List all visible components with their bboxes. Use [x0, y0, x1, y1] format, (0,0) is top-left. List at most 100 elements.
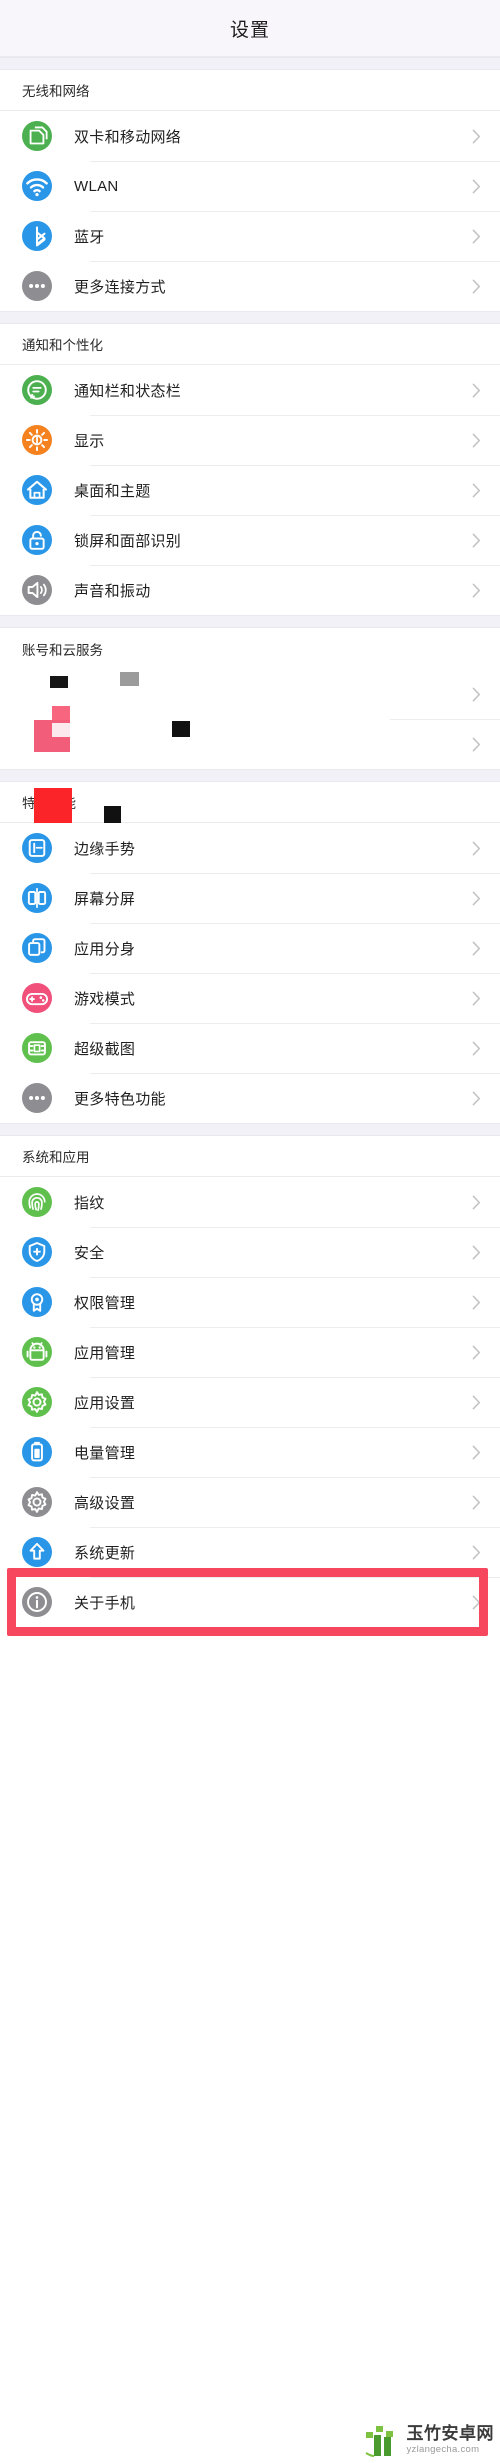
settings-row-应用管理[interactable]: 应用管理: [0, 1327, 500, 1377]
page-title: 设置: [229, 19, 270, 41]
gamepad-icon: [22, 983, 52, 1013]
section-header-2: 特色功能: [0, 782, 500, 823]
censor-block-0: [50, 676, 68, 688]
settings-row-显示[interactable]: 显示: [0, 415, 500, 465]
section-title: 通知和个性化: [22, 338, 103, 353]
settings-row-label: 屏幕分屏: [74, 890, 136, 908]
gear-icon: [22, 1487, 52, 1517]
censor-block-1: [120, 672, 139, 686]
settings-row-应用分身[interactable]: 应用分身: [0, 923, 500, 973]
chevron-right-icon: [472, 483, 482, 498]
settings-row-关于手机[interactable]: 关于手机: [0, 1577, 500, 1627]
chevron-right-icon: [472, 1495, 482, 1510]
section-divider: [0, 769, 500, 782]
settings-row-label: 应用设置: [74, 1394, 136, 1412]
settings-row-WLAN[interactable]: WLAN: [0, 161, 500, 211]
settings-row-指纹[interactable]: 指纹: [0, 1177, 500, 1227]
chevron-right-icon: [472, 1595, 482, 1610]
lock-icon: [22, 525, 52, 555]
watermark-url: yzlangecha.com: [406, 2444, 480, 2456]
settings-row-label: 高级设置: [74, 1494, 136, 1512]
settings-row-更多连接方式[interactable]: 更多连接方式: [0, 261, 500, 311]
settings-row-label: 显示: [74, 432, 105, 450]
section-title: 系统和应用: [22, 1150, 90, 1165]
sim-card-icon: [22, 121, 52, 151]
settings-row-label: 超级截图: [74, 1040, 136, 1058]
settings-row-声音和振动[interactable]: 声音和振动: [0, 565, 500, 615]
settings-row-应用设置[interactable]: 应用设置: [0, 1377, 500, 1427]
chevron-right-icon: [472, 1041, 482, 1056]
settings-row-游戏模式[interactable]: 游戏模式: [0, 973, 500, 1023]
speaker-icon: [22, 575, 52, 605]
chevron-right-icon: [472, 941, 482, 956]
chevron-right-icon: [472, 179, 482, 194]
settings-row-边缘手势[interactable]: 边缘手势: [0, 823, 500, 873]
settings-row-label: 系统更新: [74, 1544, 136, 1562]
settings-row-屏幕分屏[interactable]: 屏幕分屏: [0, 873, 500, 923]
chevron-right-icon: [472, 229, 482, 244]
section-divider: [0, 615, 500, 628]
settings-row-高级设置[interactable]: 高级设置: [0, 1477, 500, 1527]
settings-row-更多特色功能[interactable]: 更多特色功能: [0, 1073, 500, 1123]
settings-row-通知栏和状态栏[interactable]: 通知栏和状态栏: [0, 365, 500, 415]
section-title: 账号和云服务: [22, 642, 103, 658]
chevron-right-icon: [472, 1445, 482, 1460]
section-header-0: 无线和网络: [0, 70, 500, 111]
settings-row-蓝牙[interactable]: 蓝牙: [0, 211, 500, 261]
censor-block-4: [52, 723, 70, 737]
chevron-right-icon: [472, 1395, 482, 1410]
chevron-right-icon: [472, 1245, 482, 1260]
watermark: 玉竹安卓网 yzlangecha.com: [363, 2422, 495, 2458]
settings-row-label: 关于手机: [74, 1594, 136, 1612]
section-divider: [0, 1123, 500, 1136]
brightness-sun-icon: [22, 425, 52, 455]
bluetooth-icon: [22, 221, 52, 251]
chevron-right-icon: [472, 279, 482, 294]
settings-row-label: 游戏模式: [74, 990, 136, 1008]
settings-row-桌面和主题[interactable]: 桌面和主题: [0, 465, 500, 515]
shield-plus-icon: [22, 1237, 52, 1267]
settings-row-label: 蓝牙: [74, 228, 105, 246]
settings-row-系统更新[interactable]: 系统更新: [0, 1527, 500, 1577]
settings-row-权限管理[interactable]: 权限管理: [0, 1277, 500, 1327]
settings-row-label: 边缘手势: [74, 840, 136, 858]
settings-row-label: 权限管理: [74, 1294, 136, 1312]
chevron-right-icon: [472, 991, 482, 1006]
permission-badge-icon: [22, 1287, 52, 1317]
settings-row-电量管理[interactable]: 电量管理: [0, 1427, 500, 1477]
chevron-right-icon: [472, 841, 482, 856]
bamboo-logo-icon: [364, 2426, 393, 2457]
settings-row-label: 锁屏和面部识别: [74, 532, 182, 550]
settings-row-label: 电量管理: [74, 1444, 136, 1462]
settings-row-label: 安全: [74, 1244, 105, 1262]
more-dots-icon: [22, 271, 52, 301]
settings-row-双卡和移动网络[interactable]: 双卡和移动网络: [0, 111, 500, 161]
account-row-censored[interactable]: [0, 719, 500, 769]
update-arrow-up-icon: [22, 1537, 52, 1567]
battery-icon: [22, 1437, 52, 1467]
settings-row-锁屏和面部识别[interactable]: 锁屏和面部识别: [0, 515, 500, 565]
chevron-right-icon: [472, 687, 482, 702]
chevron-right-icon: [472, 1295, 482, 1310]
chevron-right-icon: [472, 533, 482, 548]
settings-row-超级截图[interactable]: 超级截图: [0, 1023, 500, 1073]
settings-row-label: 通知栏和状态栏: [74, 382, 182, 400]
chevron-right-icon: [472, 129, 482, 144]
screenshot-icon: [22, 1033, 52, 1063]
section-header-3: 系统和应用: [0, 1136, 500, 1177]
settings-screen: 设置 无线和网络 双卡和移动网络 WLAN 蓝牙更多连接方式通知和个性化通知栏和状态栏…: [0, 0, 500, 2463]
android-robot-icon: [22, 1337, 52, 1367]
account-row-censored[interactable]: [0, 669, 500, 719]
censor-block-5: [172, 721, 190, 737]
settings-row-安全[interactable]: 安全: [0, 1227, 500, 1277]
section-header-account: 账号和云服务: [0, 628, 500, 669]
section-header-1: 通知和个性化: [0, 324, 500, 365]
info-icon: [22, 1587, 52, 1617]
app-clone-icon: [22, 933, 52, 963]
settings-row-label: 应用管理: [74, 1344, 136, 1362]
gear-icon: [22, 1387, 52, 1417]
settings-row-label: 更多特色功能: [74, 1090, 166, 1108]
wifi-icon: [22, 171, 52, 201]
split-screen-icon: [22, 883, 52, 913]
chevron-right-icon: [472, 383, 482, 398]
